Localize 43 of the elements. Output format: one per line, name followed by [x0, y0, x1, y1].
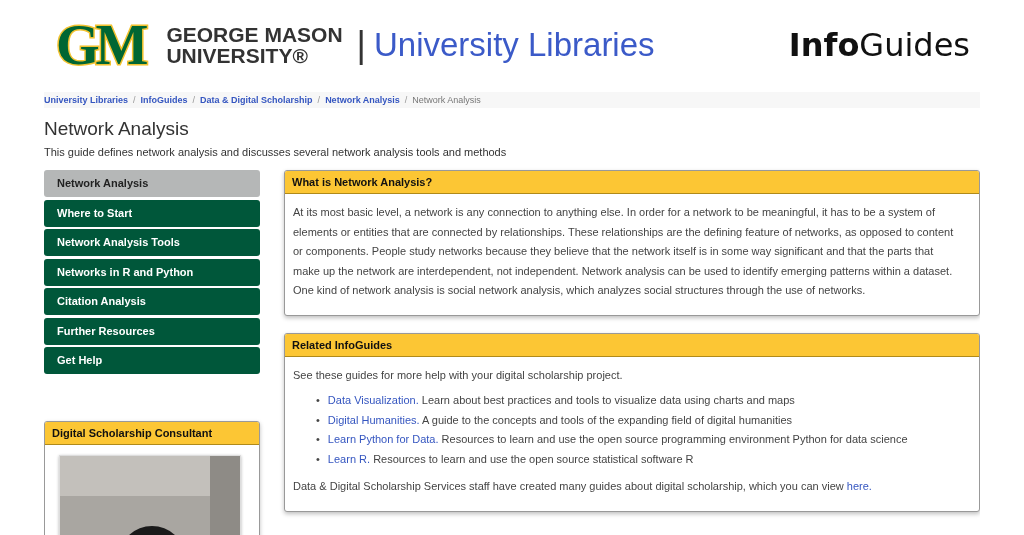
bullet: •: [316, 451, 320, 467]
breadcrumb-separator: /: [404, 95, 408, 105]
breadcrumb-separator: /: [192, 95, 196, 105]
logo-text: GEORGE MASON: [166, 24, 343, 45]
guide-link[interactable]: Digital Humanities.: [327, 413, 420, 426]
card-title: Related InfoGuides: [285, 333, 979, 357]
paragraph: At its most basic level, a network is any connection to anything else. In order for a network to be meaningful, it has to be a system of elements or entities that are connected by relationships. These relationships are the defining feature of networks, as opposed to content or components. People study networks because they believe that the network itself is in some way significant and that the parts that make up the network are interdependent, not independent. Network analysis can be used to identify emerging patterns within a dataset. One kind of network analysis is social network analysis, which analyzes social structures through the use of networks.: [293, 205, 955, 298]
list-item: Digital Humanities. A guide to the concepts and tools of the expanding field of digital humanities: [327, 412, 792, 428]
bullet: •: [316, 393, 320, 408]
brand-logo: InfoGuides: [788, 26, 970, 64]
breadcrumb-link[interactable]: InfoGuides: [140, 95, 188, 105]
breadcrumb-link[interactable]: Network Analysis: [325, 95, 400, 105]
sidebar-item[interactable]: Network Analysis: [44, 170, 260, 197]
guide-link[interactable]: Learn Python for Data.: [327, 433, 439, 445]
bullet: •: [316, 412, 320, 428]
sidebar-item[interactable]: Further Resources: [44, 317, 260, 345]
sidebar-item[interactable]: Where to Start: [44, 199, 260, 227]
separator: |: [356, 24, 366, 66]
paragraph: See these guides for more help with your digital scholarship project.: [293, 367, 624, 383]
breadcrumb-separator: /: [317, 95, 321, 105]
card-title: What is Network Analysis?: [285, 171, 979, 194]
page-description: This guide defines network analysis and discusses several network analysis tools and methods: [44, 146, 508, 158]
breadcrumb-link[interactable]: University Libraries: [44, 95, 129, 105]
list-item: Data Visualization. Learn about best practices and tools to visualize data using charts and maps: [327, 393, 795, 408]
sidebar-item[interactable]: Citation Analysis: [44, 288, 260, 315]
breadcrumb-link[interactable]: Data & Digital Scholarship: [200, 95, 313, 105]
page-title: Network Analysis: [44, 118, 190, 140]
sidebar-item[interactable]: Network Analysis Tools: [44, 229, 260, 256]
paragraph: Data & Digital Scholarship Services staff have created many guides about digital scholarship, which you can view here.: [293, 479, 873, 494]
sidebar-item[interactable]: Networks in R and Python: [44, 258, 260, 286]
site-name: University Libraries: [373, 26, 655, 64]
guide-link[interactable]: Data Visualization.: [327, 394, 419, 406]
breadcrumb-current: Network Analysis: [412, 95, 481, 105]
list-item: Learn Python for Data. Resources to learn and use the open source programming environment Python for data science: [327, 432, 908, 447]
breadcrumb-separator: /: [133, 95, 136, 105]
card-title: Digital Scholarship Consultant: [45, 421, 259, 445]
logo-mark: GM: [56, 17, 146, 73]
logo-text: UNIVERSITY®: [166, 45, 309, 66]
sidebar-item[interactable]: Get Help: [44, 347, 260, 374]
bullet: •: [316, 432, 320, 447]
list-item: Learn R. Resources to learn and use the open source statistical software R: [327, 451, 694, 467]
here-link[interactable]: here.: [846, 480, 872, 492]
guide-link[interactable]: Learn R.: [327, 452, 371, 465]
